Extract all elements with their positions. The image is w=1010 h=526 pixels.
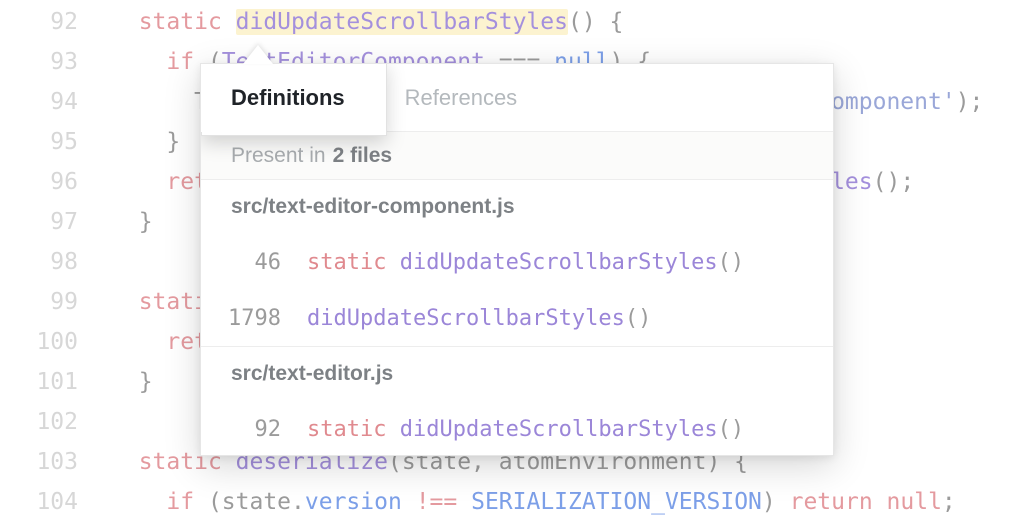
file-group: src/text-editor-component.js 46 static did… [201,180,833,347]
code-token: } [166,129,181,155]
code-token: ); [955,89,984,115]
line-number: 98 [50,249,78,275]
popup-caret-icon [243,45,273,64]
code-token: () { [567,9,624,35]
code-token: } [138,369,153,395]
code-token: ; [941,489,956,515]
line-number: 100 [36,329,78,355]
tab-references-label: References [404,85,518,110]
line-number: 94 [50,89,78,115]
result-row[interactable]: 1798 didUpdateScrollbarStyles() [201,290,833,346]
code-token: version [304,489,402,515]
result-row[interactable]: 92 static didUpdateScrollbarStyles() [201,401,833,455]
result-code-snippet: static didUpdateScrollbarStyles() [281,250,744,275]
result-token: didUpdateScrollbarStyles [399,416,718,442]
code-token: !== [415,489,458,515]
code-token: null [886,489,942,515]
result-token: static [307,416,400,442]
tab-definitions[interactable]: Definitions [201,64,375,132]
screen-root: 92 static didUpdateScrollbarStyles() {93… [0,0,1010,526]
file-path-header: src/text-editor-component.js [231,195,515,218]
result-token: didUpdateScrollbarStyles [399,249,718,275]
line-number: 95 [50,129,78,155]
results-summary: Present in 2 files [201,132,833,180]
line-number: 92 [50,9,78,35]
code-token: } [138,209,153,235]
result-token: didUpdateScrollbarStyles [307,305,625,331]
tab-definitions-label: Definitions [231,85,345,110]
result-token: () [624,305,652,331]
code-token: . [291,489,305,515]
definitions-popup[interactable]: Definitions References Present in 2 file… [200,63,834,456]
file-path-header: src/text-editor.js [231,362,394,385]
code-token: static [138,9,236,35]
file-group: src/text-editor.js 92 static didUpdateScro… [201,347,833,455]
line-number: 103 [36,449,78,475]
popup-tab-bar: Definitions References [201,64,833,136]
code-token: SERIALIZATION_VERSION [471,489,762,515]
code-line[interactable]: 104 if (state.version !== SERIALIZATION_… [0,482,1010,522]
line-number: 104 [36,489,78,515]
code-token: if [166,489,208,515]
result-line-number: 92 [254,416,282,442]
line-number: 102 [36,409,78,435]
summary-prefix: Present in [231,143,326,167]
code-token: return [789,489,887,515]
result-line-number: 1798 [228,305,281,331]
code-token: (); [872,169,915,195]
line-number: 97 [50,209,78,235]
result-token: static [307,249,400,275]
code-token: (state [207,489,292,515]
result-line-number: 46 [254,249,282,275]
line-number: 99 [50,289,78,315]
code-token: ) [761,489,790,515]
results-list: src/text-editor-component.js 46 static did… [201,180,833,455]
code-line[interactable]: 92 static didUpdateScrollbarStyles() { [0,2,1010,42]
result-row[interactable]: 46 static didUpdateScrollbarStyles() [201,234,833,290]
line-number: 96 [50,169,78,195]
line-number: 93 [50,49,78,75]
result-token: () [717,416,745,442]
result-code-snippet: didUpdateScrollbarStyles() [281,306,651,331]
code-token: didUpdateScrollbarStyles [235,9,568,35]
result-code-snippet: static didUpdateScrollbarStyles() [281,417,744,442]
tab-references[interactable]: References [375,64,548,132]
line-number: 101 [36,369,78,395]
code-line-text: static didUpdateScrollbarStyles() { [88,2,1010,42]
summary-count: 2 files [332,143,393,167]
code-line-text: if (state.version !== SERIALIZATION_VERS… [88,482,1010,522]
result-token: () [717,249,745,275]
